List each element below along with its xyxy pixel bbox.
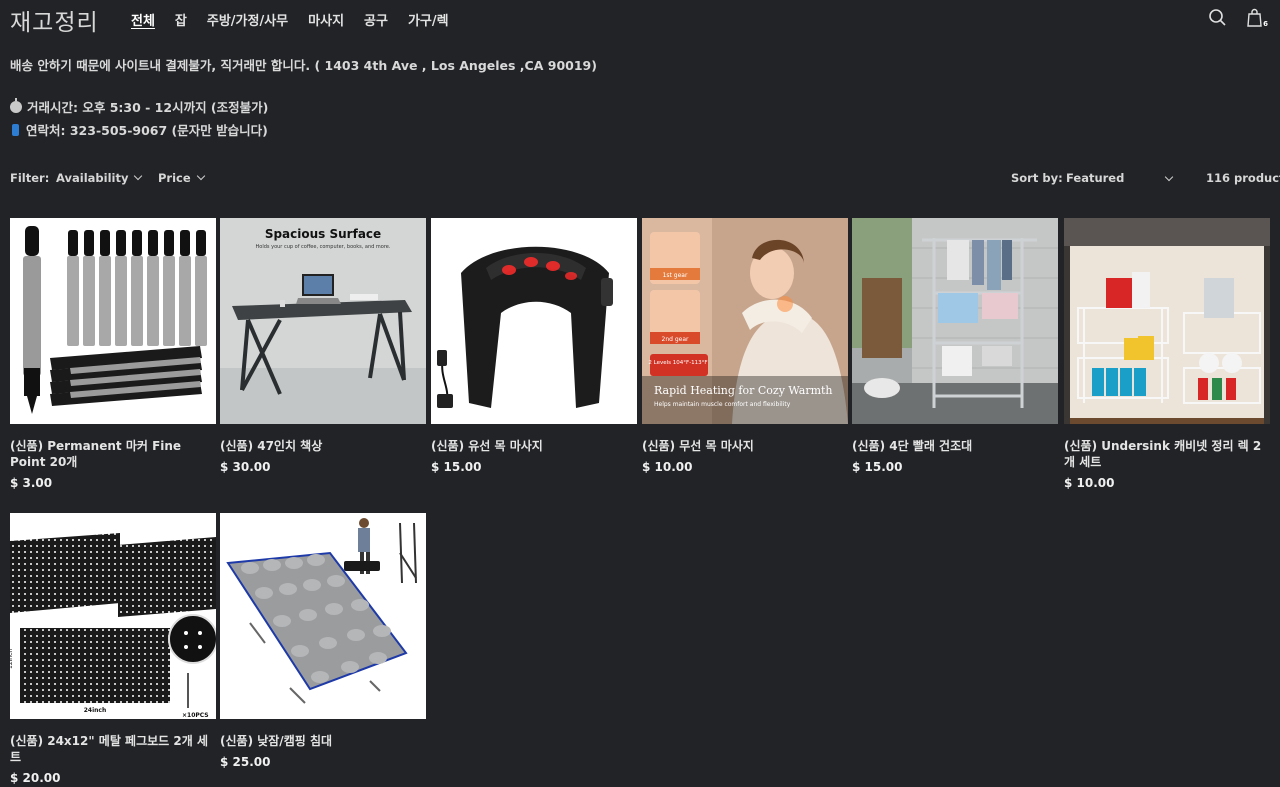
nav-item-massage[interactable]: 마사지 bbox=[308, 10, 344, 29]
product-title[interactable]: (신품) 4단 빨래 건조대 bbox=[852, 438, 1058, 454]
product-image[interactable] bbox=[1064, 218, 1270, 424]
image-caption: Spacious Surface bbox=[265, 227, 381, 241]
nav-item-kitchen[interactable]: 주방/가정/사무 bbox=[207, 10, 288, 29]
product-card[interactable]: 12inch 24inch ×10PCS (신품) 24x12" 메탈 페그보드… bbox=[10, 513, 216, 785]
product-card[interactable]: (신품) 낮잠/캠핑 침대 $ 25.00 bbox=[220, 513, 426, 769]
product-card[interactable]: (신품) Undersink 캐비넷 정리 렉 2개 세트 $ 10.00 bbox=[1064, 218, 1270, 490]
dimension-label: 24inch bbox=[84, 707, 107, 714]
chevron-down-icon bbox=[1164, 172, 1174, 182]
product-price: $ 15.00 bbox=[852, 460, 903, 474]
product-title[interactable]: (신품) Permanent 마커 Fine Point 20개 bbox=[10, 438, 216, 470]
product-price: $ 10.00 bbox=[642, 460, 693, 474]
product-price: $ 15.00 bbox=[431, 460, 482, 474]
search-icon[interactable] bbox=[1208, 8, 1228, 28]
sort-select[interactable]: Featured bbox=[1066, 171, 1178, 185]
stopwatch-icon bbox=[10, 98, 22, 113]
trade-hours-notice: 거래시간: 오후 5:30 - 12시까지 (조정불가) bbox=[10, 97, 268, 116]
product-image[interactable]: Spacious Surface Holds your cup of coffe… bbox=[220, 218, 426, 424]
chevron-down-icon bbox=[196, 171, 205, 181]
main-nav: 전체 잡 주방/가정/사무 마사지 공구 가구/렉 bbox=[131, 10, 469, 29]
image-badge: 1st gear bbox=[663, 272, 688, 279]
image-subcaption: Helps maintain muscle comfort and flexib… bbox=[654, 401, 791, 408]
contact-text: 연락처: 323-505-9067 (문자만 받습니다) bbox=[26, 123, 268, 138]
nav-item-tools[interactable]: 공구 bbox=[364, 10, 388, 29]
product-image[interactable] bbox=[10, 218, 216, 424]
product-price: $ 30.00 bbox=[220, 460, 271, 474]
shipping-notice: 배송 안하기 때문에 사이트내 결제불가, 직거래만 합니다. ( 1403 4… bbox=[10, 58, 597, 73]
cart-icon[interactable]: 6 bbox=[1246, 8, 1268, 28]
nav-item-furniture[interactable]: 가구/렉 bbox=[408, 10, 449, 29]
availability-filter[interactable]: Availability bbox=[56, 171, 143, 185]
product-card[interactable]: (신품) Permanent 마커 Fine Point 20개 $ 3.00 bbox=[10, 218, 216, 490]
product-card[interactable]: (신품) 유선 목 마사지 $ 15.00 bbox=[431, 218, 637, 474]
nav-item-misc[interactable]: 잡 bbox=[175, 10, 187, 29]
product-price: $ 3.00 bbox=[10, 476, 53, 490]
product-image[interactable] bbox=[852, 218, 1058, 424]
price-filter[interactable]: Price bbox=[158, 171, 205, 185]
image-subcaption: Holds your cup of coffee, computer, book… bbox=[256, 244, 391, 250]
image-badge: 2 Levels 104°F-113°F bbox=[648, 360, 707, 366]
product-price: $ 25.00 bbox=[220, 755, 271, 769]
product-title[interactable]: (신품) 24x12" 메탈 페그보드 2개 세트 bbox=[10, 733, 216, 765]
product-image[interactable]: 1st gear 2nd gear 2 Levels 104°F-113°F R… bbox=[642, 218, 848, 424]
filter-label: Filter: bbox=[10, 171, 50, 185]
price-label: Price bbox=[158, 171, 191, 185]
product-card[interactable]: 1st gear 2nd gear 2 Levels 104°F-113°F R… bbox=[642, 218, 848, 474]
contact-notice: 연락처: 323-505-9067 (문자만 받습니다) bbox=[10, 120, 268, 139]
trade-hours-text: 거래시간: 오후 5:30 - 12시까지 (조정불가) bbox=[27, 100, 269, 115]
image-caption: Rapid Heating for Cozy Warmth bbox=[654, 384, 833, 397]
product-image[interactable]: 12inch 24inch ×10PCS bbox=[10, 513, 216, 719]
product-title[interactable]: (신품) 유선 목 마사지 bbox=[431, 438, 637, 454]
product-image[interactable] bbox=[431, 218, 637, 424]
product-price: $ 20.00 bbox=[10, 771, 61, 785]
site-header: 재고정리 전체 잡 주방/가정/사무 마사지 공구 가구/렉 6 bbox=[0, 0, 1280, 36]
site-logo[interactable]: 재고정리 bbox=[10, 3, 99, 37]
nav-item-all[interactable]: 전체 bbox=[131, 10, 155, 29]
dimension-label: 12inch bbox=[10, 649, 14, 669]
sort-value: Featured bbox=[1066, 171, 1125, 185]
availability-label: Availability bbox=[56, 171, 129, 185]
product-count: 116 products bbox=[1206, 171, 1280, 185]
cart-count-badge: 6 bbox=[1263, 20, 1268, 28]
product-title[interactable]: (신품) Undersink 캐비넷 정리 렉 2개 세트 bbox=[1064, 438, 1270, 470]
product-card[interactable]: Spacious Surface Holds your cup of coffe… bbox=[220, 218, 426, 474]
dimension-label: ×10PCS bbox=[182, 712, 209, 719]
product-title[interactable]: (신품) 무선 목 마사지 bbox=[642, 438, 848, 454]
phone-icon bbox=[12, 124, 19, 136]
sort-label: Sort by: bbox=[1011, 171, 1063, 185]
product-image[interactable] bbox=[220, 513, 426, 719]
image-badge: 2nd gear bbox=[662, 336, 690, 343]
product-card[interactable]: (신품) 4단 빨래 건조대 $ 15.00 bbox=[852, 218, 1058, 474]
product-price: $ 10.00 bbox=[1064, 476, 1115, 490]
product-title[interactable]: (신품) 47인치 책상 bbox=[220, 438, 426, 454]
product-title[interactable]: (신품) 낮잠/캠핑 침대 bbox=[220, 733, 426, 749]
chevron-down-icon bbox=[134, 171, 143, 181]
filter-bar: Filter: Availability Price Sort by: Feat… bbox=[0, 171, 1280, 189]
